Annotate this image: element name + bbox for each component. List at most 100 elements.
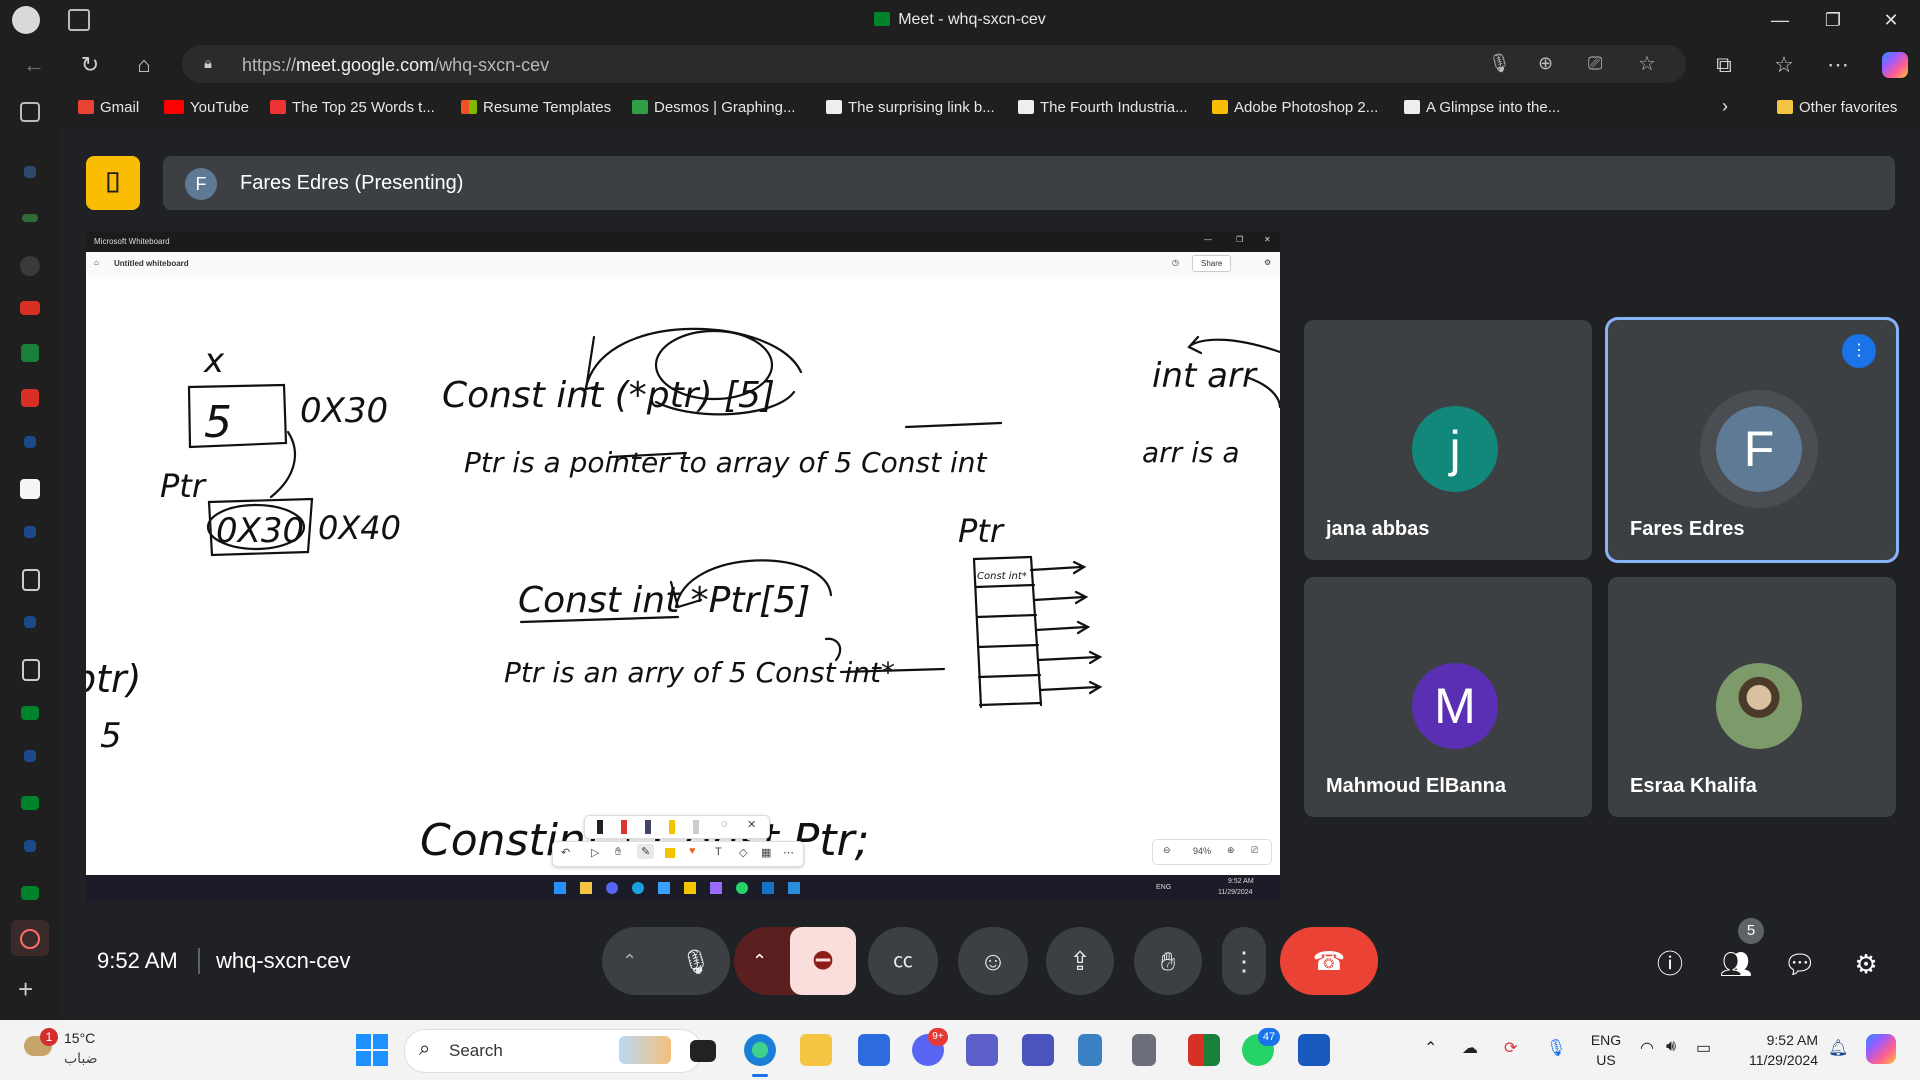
tab-actions-icon[interactable]	[20, 102, 40, 122]
search-icon[interactable]	[24, 750, 36, 762]
document-icon[interactable]	[22, 659, 40, 681]
chat-icon[interactable]: 💬︎	[1780, 944, 1820, 984]
favorite-fourth-industrial[interactable]: The Fourth Industria...	[1018, 99, 1188, 116]
document-icon[interactable]	[22, 569, 40, 591]
audio-options-button[interactable]: ⌃ 🎙︎	[602, 927, 730, 995]
select-icon: ▷	[591, 847, 600, 859]
favorite-star-icon[interactable]: ☆	[1638, 51, 1656, 76]
show-hidden-icons-chevron-icon[interactable]: ⌃	[1424, 1038, 1437, 1058]
slides-icon[interactable]	[21, 389, 39, 407]
notepad-icon[interactable]	[1078, 1034, 1102, 1066]
cast-icon[interactable]: ⎚	[1588, 53, 1602, 74]
microphone-tray-icon[interactable]: 🎙︎	[1546, 1038, 1566, 1058]
favorite-top-25-words[interactable]: The Top 25 Words t...	[270, 99, 435, 116]
reactions-button[interactable]: ☺	[958, 927, 1028, 995]
microphone-permission-icon[interactable]: 🎙︎	[1488, 53, 1511, 74]
minimize-button[interactable]: —	[1763, 6, 1797, 34]
favorite-resume-templates[interactable]: Resume Templates	[461, 99, 611, 116]
notification-bell-icon[interactable]: 🔔︎	[1828, 1038, 1848, 1058]
favorites-icon[interactable]: ☆	[1768, 49, 1800, 81]
more-menu-icon[interactable]: ⋯	[1822, 49, 1854, 81]
sync-icon[interactable]: ⟳	[1504, 1038, 1517, 1058]
close-window-button[interactable]: ✕	[1874, 6, 1908, 34]
microphone-button[interactable]: 🎙︎	[662, 927, 730, 995]
favorite-glimpse[interactable]: A Glimpse into the...	[1404, 99, 1560, 116]
search-icon[interactable]	[24, 526, 36, 538]
participant-tile[interactable]: j jana abbas	[1304, 320, 1592, 560]
calculator-icon[interactable]	[1132, 1034, 1156, 1066]
participant-tile[interactable]: Esraa Khalifa	[1608, 577, 1896, 817]
extensions-icon[interactable]: ⧉	[1708, 49, 1740, 81]
search-icon[interactable]	[24, 616, 36, 628]
camera-off-button[interactable]: ⛔︎	[790, 927, 856, 995]
meeting-info-icon[interactable]: ⓘ	[1650, 944, 1690, 984]
add-sidebar-app-icon[interactable]: +	[18, 974, 33, 1005]
weather-widget[interactable]: 1 15°C ضباب	[22, 1028, 122, 1072]
taskbar-search[interactable]: ⌕ Search	[404, 1029, 702, 1073]
hw-right-decl: int arr	[1152, 356, 1258, 396]
chatgpt-icon[interactable]	[20, 256, 40, 276]
participant-tile-active-speaker[interactable]: F Fares Edres ⋮	[1608, 320, 1896, 560]
v-app-icon[interactable]	[20, 479, 40, 499]
pen-black-icon	[597, 820, 603, 834]
onedrive-icon[interactable]: ☁	[1462, 1038, 1478, 1058]
favorite-gmail[interactable]: Gmail	[78, 99, 139, 116]
favorites-overflow-chevron-icon[interactable]: ›	[1722, 96, 1728, 117]
address-bar[interactable]: 🔒︎ https://meet.google.com/whq-sxcn-cev …	[182, 45, 1686, 83]
store-icon[interactable]	[858, 1034, 890, 1066]
more-options-button[interactable]: ⋮	[1222, 927, 1266, 995]
captions-button[interactable]: ㏄	[868, 927, 938, 995]
edge-taskbar-icon[interactable]	[744, 1034, 776, 1066]
settings-gear-icon: ⚙	[1264, 258, 1272, 267]
search-icon[interactable]	[24, 166, 36, 178]
meet-icon[interactable]	[21, 706, 39, 720]
start-button[interactable]	[356, 1034, 388, 1066]
language-indicator[interactable]: ENG US	[1586, 1030, 1626, 1070]
search-icon[interactable]	[24, 436, 36, 448]
battery-icon[interactable]: ▭	[1696, 1038, 1711, 1058]
zoom-in-icon: ⊕	[1227, 845, 1235, 855]
divider	[198, 948, 200, 974]
whiteboard-doc-title: Untitled whiteboard	[114, 259, 189, 268]
present-button[interactable]: ⇪	[1046, 927, 1114, 995]
mini-date: 11/29/2024	[1218, 889, 1253, 896]
snipping-tool-icon[interactable]	[1188, 1034, 1220, 1066]
favorite-youtube[interactable]: YouTube	[164, 99, 249, 116]
teams-icon[interactable]	[1022, 1034, 1054, 1066]
task-view-icon[interactable]	[690, 1040, 716, 1062]
inner-restore-icon: ❐	[1236, 235, 1244, 244]
hw-cell-text: Const int*	[977, 571, 1027, 582]
favorite-adobe-photoshop[interactable]: Adobe Photoshop 2...	[1212, 99, 1378, 116]
word-icon[interactable]	[1298, 1034, 1330, 1066]
record-icon[interactable]	[11, 920, 49, 956]
volume-icon[interactable]: 🔊︎	[1666, 1038, 1676, 1056]
teams-icon[interactable]	[966, 1034, 998, 1066]
participant-tile[interactable]: M Mahmoud ElBanna	[1304, 577, 1592, 817]
gmail-icon[interactable]	[20, 301, 40, 315]
meet-icon[interactable]	[21, 796, 39, 810]
clock-area[interactable]: 9:52 AM 11/29/2024	[1738, 1030, 1818, 1070]
home-button[interactable]: ⌂	[128, 49, 160, 81]
copilot-icon[interactable]	[1882, 52, 1908, 78]
favorite-surprising-link[interactable]: The surprising link b...	[826, 99, 995, 116]
wifi-icon[interactable]: ◠	[1640, 1038, 1654, 1058]
leave-call-button[interactable]: ☎︎	[1280, 927, 1378, 995]
favorite-desmos[interactable]: Desmos | Graphing...	[632, 99, 795, 116]
sheets-icon[interactable]	[21, 344, 39, 362]
start-icon	[554, 882, 566, 894]
refresh-button[interactable]: ↻	[74, 49, 106, 81]
activities-icon[interactable]: ⚙	[1846, 944, 1886, 984]
zoom-icon[interactable]: ⊕	[1538, 53, 1553, 74]
meet-icon[interactable]	[21, 886, 39, 900]
raise-hand-button[interactable]: ✋︎	[1134, 927, 1202, 995]
restore-button[interactable]: ❐	[1816, 6, 1850, 34]
lock-icon[interactable]: 🔒︎	[204, 55, 212, 72]
search-icon[interactable]	[24, 840, 36, 852]
video-options-button[interactable]: ⌃ ⛔︎	[734, 927, 856, 995]
file-explorer-icon[interactable]	[800, 1034, 832, 1066]
people-icon[interactable]: 👥︎	[1716, 944, 1756, 984]
copilot-taskbar-icon[interactable]	[1866, 1034, 1896, 1064]
back-button[interactable]: ←	[18, 49, 50, 81]
other-favorites[interactable]: Other favorites	[1777, 99, 1897, 116]
sidebar-app-icon[interactable]	[22, 214, 38, 222]
